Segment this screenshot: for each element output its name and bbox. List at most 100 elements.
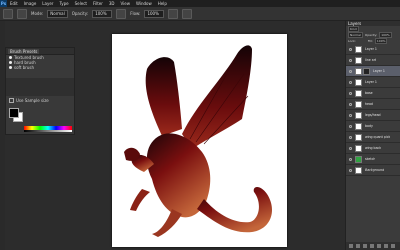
delete-layer-icon[interactable] (391, 244, 395, 248)
tab-brush-presets[interactable]: Brush Presets (8, 48, 40, 54)
layer-style-icon[interactable] (356, 244, 360, 248)
menu-window[interactable]: Window (133, 1, 155, 6)
layer-row[interactable]: wing back (346, 143, 400, 154)
layer-thumbnail (355, 111, 362, 119)
visibility-eye-icon[interactable] (349, 80, 352, 84)
brush-preset-list-area[interactable] (6, 78, 74, 96)
menu-bar: Ps Edit Image Layer Type Select Filter 3… (0, 0, 400, 7)
brush-preset-label: soft brush (14, 65, 35, 70)
front-leg (130, 189, 150, 211)
layer-mask-thumbnail[interactable] (363, 67, 370, 75)
blend-mode-select[interactable]: Normal (348, 32, 363, 38)
layer-row[interactable]: base (346, 88, 400, 99)
menu-edit[interactable]: Edit (7, 1, 21, 6)
layer-opacity-label: Opacity: (364, 33, 378, 37)
fill-label: Fill: (367, 39, 373, 43)
visibility-eye-icon[interactable] (349, 146, 352, 150)
menu-select[interactable]: Select (72, 1, 90, 6)
layer-thumbnail (355, 155, 362, 163)
layer-thumbnail (355, 67, 362, 75)
layer-thumbnail (355, 144, 362, 152)
new-layer-icon[interactable] (384, 244, 388, 248)
layer-name: Layer 1 (373, 69, 385, 73)
layer-name: sketch (365, 157, 376, 161)
layers-panel: Layers Kind Normal Opacity: 100% Lock: F… (345, 21, 400, 250)
lock-label: Lock: (348, 39, 356, 43)
layer-row[interactable]: line art (346, 55, 400, 66)
opacity-field[interactable]: 100% (92, 9, 113, 18)
menu-3d[interactable]: 3D (106, 1, 118, 6)
layer-row-background[interactable]: Background (346, 165, 400, 176)
checkbox-icon[interactable] (9, 98, 14, 103)
brush-tool-icon[interactable] (3, 8, 13, 19)
use-sample-size-row[interactable]: Use Sample size (6, 98, 49, 103)
visibility-eye-icon[interactable] (349, 91, 352, 95)
layer-name: base (365, 91, 373, 95)
layer-thumbnail (355, 56, 362, 64)
grayscale-ramp[interactable] (24, 130, 72, 132)
menu-layer[interactable]: Layer (39, 1, 56, 6)
layer-name: Layer 1 (365, 80, 377, 84)
layer-row[interactable]: wing quant pick (346, 132, 400, 143)
use-sample-size-label: Use Sample size (16, 98, 49, 103)
layer-name: line art (365, 58, 377, 62)
pressure-opacity-icon[interactable] (116, 8, 127, 19)
brush-presets-panel: Brush Presets Textured brush hard brush … (5, 47, 75, 135)
layer-row[interactable]: Layer 1 (346, 77, 400, 88)
brush-tip-icon (9, 61, 12, 64)
menu-type[interactable]: Type (56, 1, 71, 6)
layer-name: body (365, 124, 373, 128)
layer-thumbnail (355, 166, 362, 174)
visibility-eye-icon[interactable] (349, 124, 352, 128)
menu-image[interactable]: Image (21, 1, 40, 6)
visibility-eye-icon[interactable] (349, 69, 352, 73)
visibility-eye-icon[interactable] (349, 157, 352, 161)
brush-preset-item[interactable]: soft brush (6, 65, 74, 70)
layer-row-selected[interactable]: Layer 1 (346, 66, 400, 77)
visibility-eye-icon[interactable] (349, 47, 352, 51)
layer-row[interactable]: legs/head (346, 110, 400, 121)
adjustment-layer-icon[interactable] (370, 244, 374, 248)
layer-name: head (365, 102, 373, 106)
mode-label: Mode: (31, 11, 44, 16)
options-bar: Mode: Normal Opacity: 100% Flow: 100% (0, 7, 400, 21)
layer-name: Layer 1 (365, 47, 377, 51)
airbrush-icon[interactable] (168, 8, 179, 19)
layer-name: wing back (365, 146, 382, 150)
menu-help[interactable]: Help (155, 1, 170, 6)
layers-footer (346, 242, 400, 250)
right-wing (182, 45, 252, 149)
document-workspace: Brush Presets Textured brush hard brush … (5, 21, 345, 250)
visibility-eye-icon[interactable] (349, 102, 352, 106)
add-mask-icon[interactable] (363, 244, 367, 248)
mode-select[interactable]: Normal (47, 9, 68, 18)
link-layers-icon[interactable] (349, 244, 353, 248)
visibility-eye-icon[interactable] (349, 135, 352, 139)
brush-tip-icon (9, 66, 12, 69)
visibility-eye-icon[interactable] (349, 168, 352, 172)
foreground-color-swatch[interactable] (9, 108, 19, 118)
layer-row[interactable]: head (346, 99, 400, 110)
layer-thumbnail (355, 100, 362, 108)
visibility-eye-icon[interactable] (349, 113, 352, 117)
layer-name: legs/head (365, 113, 381, 117)
opacity-label: Opacity: (71, 11, 89, 16)
layer-row[interactable]: Layer 1 (346, 44, 400, 55)
layer-name: wing quant pick (365, 135, 391, 139)
layer-thumbnail (355, 78, 362, 86)
flow-field[interactable]: 100% (144, 9, 165, 18)
visibility-eye-icon[interactable] (349, 58, 352, 62)
layer-row[interactable]: sketch (346, 154, 400, 165)
document-canvas[interactable] (112, 34, 287, 247)
layer-row[interactable]: body (346, 121, 400, 132)
brush-panel-header: Brush Presets (6, 48, 74, 55)
brush-preset-picker-icon[interactable] (17, 8, 27, 19)
color-panel (6, 104, 76, 136)
menu-filter[interactable]: Filter (90, 1, 106, 6)
left-wing (145, 57, 182, 136)
pressure-size-icon[interactable] (182, 8, 193, 19)
menu-view[interactable]: View (118, 1, 134, 6)
new-group-icon[interactable] (377, 244, 381, 248)
layer-thumbnail (355, 133, 362, 141)
layer-thumbnail (355, 89, 362, 97)
